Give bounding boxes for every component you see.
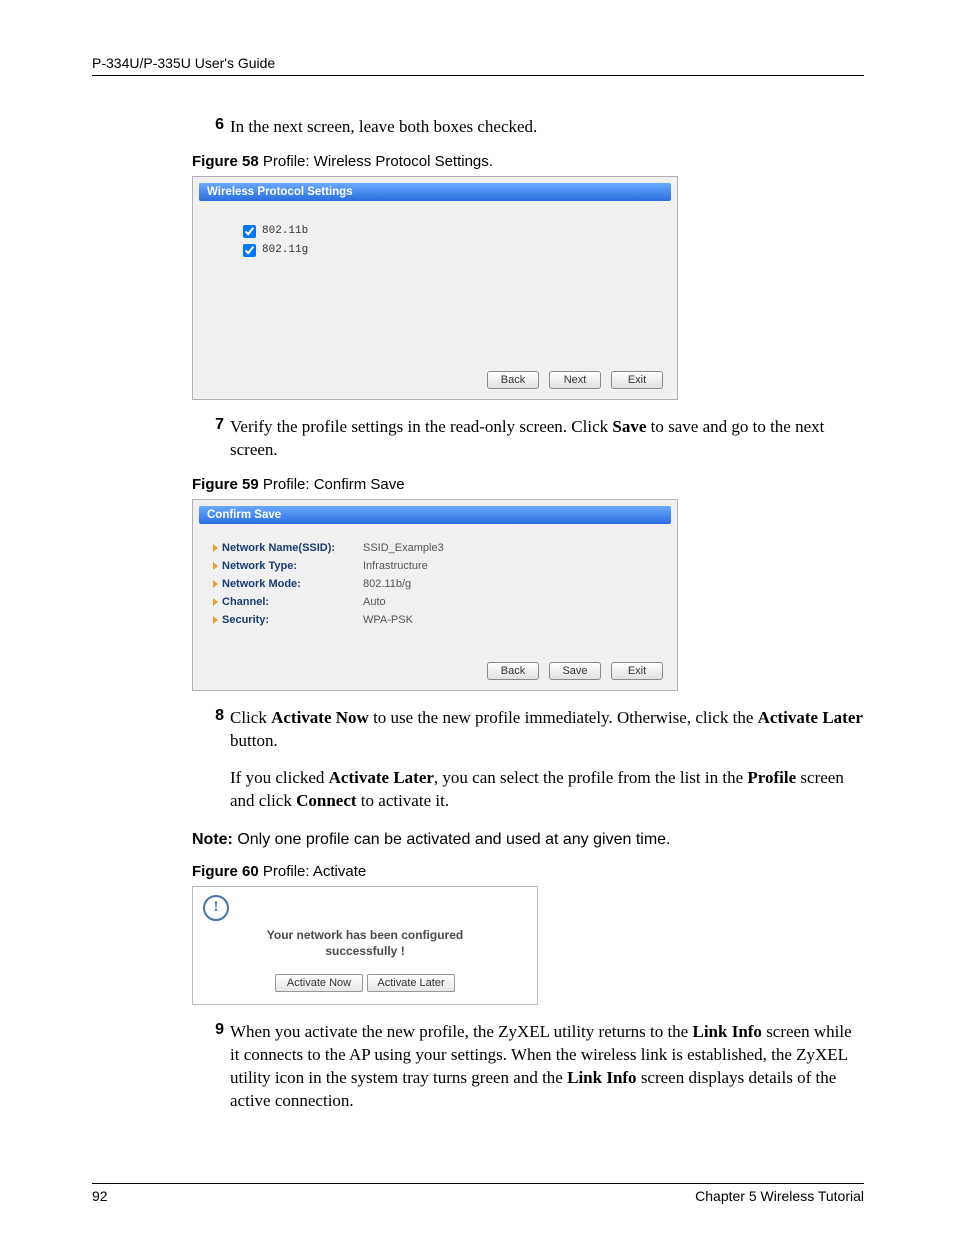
next-button[interactable]: Next	[549, 371, 601, 389]
step-6: 6 In the next screen, leave both boxes c…	[206, 116, 864, 139]
step-text: When you activate the new profile, the Z…	[230, 1021, 864, 1113]
kv-label: Network Name(SSID):	[213, 542, 363, 554]
step-number: 9	[206, 1021, 224, 1113]
checkbox-80211b[interactable]	[243, 225, 256, 238]
page-footer: 92 Chapter 5 Wireless Tutorial	[92, 1183, 864, 1204]
kv-row: Channel:Auto	[213, 596, 667, 608]
back-button[interactable]: Back	[487, 371, 539, 389]
activate-dialog: ! Your network has been configured succe…	[192, 886, 538, 1006]
checkbox-row-80211g: 802.11g	[243, 244, 667, 257]
kv-value: Infrastructure	[363, 560, 428, 572]
save-button[interactable]: Save	[549, 662, 601, 680]
kv-value: SSID_Example3	[363, 542, 444, 554]
step-number: 8	[206, 707, 224, 813]
checkbox-80211g[interactable]	[243, 244, 256, 257]
info-icon: !	[203, 895, 229, 921]
step-text: In the next screen, leave both boxes che…	[230, 116, 537, 139]
kv-row: Network Type:Infrastructure	[213, 560, 667, 572]
kv-label: Network Type:	[213, 560, 363, 572]
dialog-title: Wireless Protocol Settings	[199, 183, 671, 201]
step-number: 6	[206, 116, 224, 139]
figure-60-caption: Figure 60 Profile: Activate	[192, 863, 864, 880]
kv-label: Network Mode:	[213, 578, 363, 590]
page-number: 92	[92, 1188, 108, 1204]
wireless-protocol-dialog: Wireless Protocol Settings 802.11b 802.1…	[192, 176, 678, 400]
kv-value: WPA-PSK	[363, 614, 413, 626]
success-message: Your network has been configured success…	[203, 927, 527, 961]
figure-58-caption: Figure 58 Profile: Wireless Protocol Set…	[192, 153, 864, 170]
kv-value: Auto	[363, 596, 386, 608]
kv-label: Channel:	[213, 596, 363, 608]
confirm-save-dialog: Confirm Save Network Name(SSID):SSID_Exa…	[192, 499, 678, 691]
kv-value: 802.11b/g	[363, 578, 411, 590]
dialog-title: Confirm Save	[199, 506, 671, 524]
exit-button[interactable]: Exit	[611, 371, 663, 389]
activate-later-button[interactable]: Activate Later	[367, 974, 455, 992]
activate-now-button[interactable]: Activate Now	[275, 974, 363, 992]
kv-row: Network Mode:802.11b/g	[213, 578, 667, 590]
kv-row: Network Name(SSID):SSID_Example3	[213, 542, 667, 554]
chapter-label: Chapter 5 Wireless Tutorial	[695, 1188, 864, 1204]
kv-label: Security:	[213, 614, 363, 626]
step-9: 9 When you activate the new profile, the…	[206, 1021, 864, 1113]
step-text: Verify the profile settings in the read-…	[230, 416, 864, 462]
checkbox-label: 802.11b	[262, 225, 308, 237]
checkbox-label: 802.11g	[262, 244, 308, 256]
figure-59-caption: Figure 59 Profile: Confirm Save	[192, 476, 864, 493]
kv-row: Security:WPA-PSK	[213, 614, 667, 626]
step-7: 7 Verify the profile settings in the rea…	[206, 416, 864, 462]
back-button[interactable]: Back	[487, 662, 539, 680]
step-number: 7	[206, 416, 224, 462]
note: Note: Only one profile can be activated …	[192, 831, 864, 849]
step-text: Click Activate Now to use the new profil…	[230, 707, 864, 813]
step-8: 8 Click Activate Now to use the new prof…	[206, 707, 864, 813]
checkbox-row-80211b: 802.11b	[243, 225, 667, 238]
page-header: P-334U/P-335U User's Guide	[92, 55, 864, 76]
exit-button[interactable]: Exit	[611, 662, 663, 680]
